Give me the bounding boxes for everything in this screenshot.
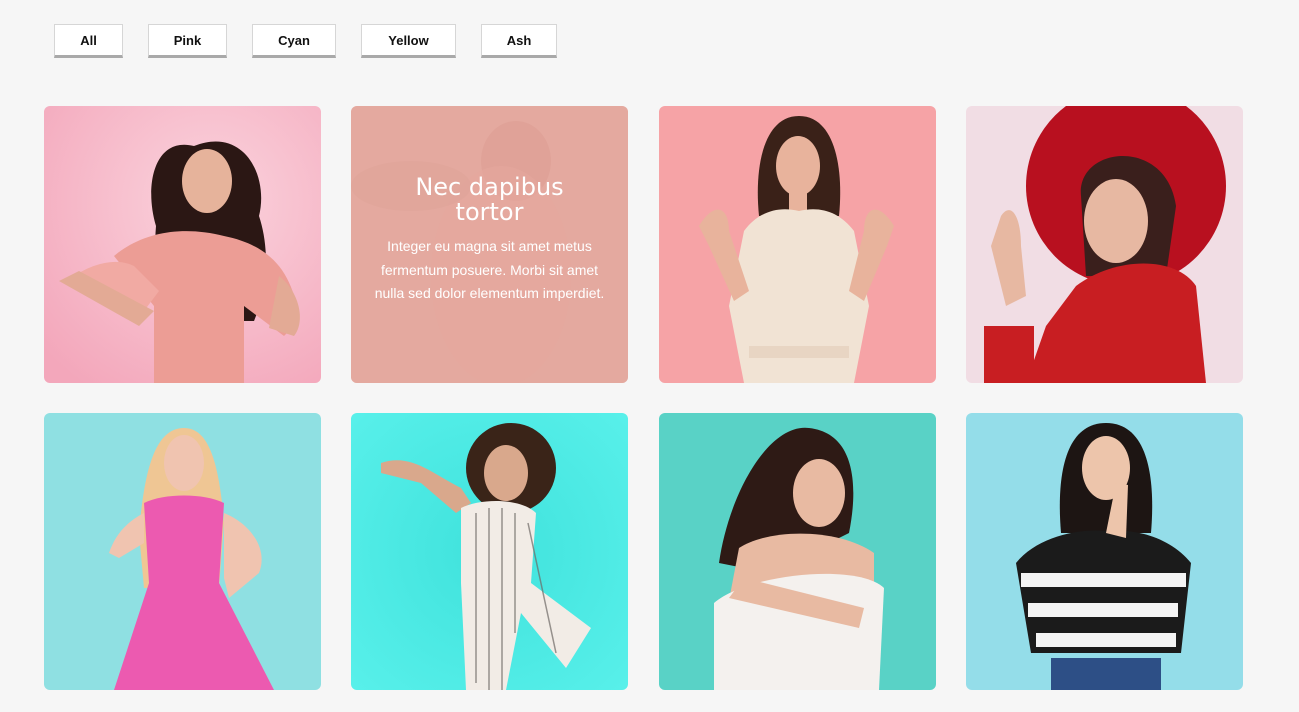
hover-overlay: Nec dapibus tortor Integer eu magna sit … <box>351 106 628 383</box>
gallery-item-hovered[interactable]: Nec dapibus tortor Integer eu magna sit … <box>351 106 628 383</box>
filter-yellow-button[interactable]: Yellow <box>361 24 456 58</box>
gallery-item[interactable] <box>659 413 936 690</box>
filter-pink-button[interactable]: Pink <box>148 24 227 58</box>
filter-cyan-button[interactable]: Cyan <box>252 24 336 58</box>
woman-off-shoulder-photo <box>659 413 936 690</box>
gallery-item[interactable] <box>44 413 321 690</box>
gallery-item[interactable] <box>44 106 321 383</box>
woman-curly-hair-photo <box>44 106 321 383</box>
filter-ash-button[interactable]: Ash <box>481 24 557 58</box>
woman-ok-gesture-photo <box>659 106 936 383</box>
gallery-item[interactable] <box>966 106 1243 383</box>
woman-red-hat-photo <box>966 106 1243 383</box>
filter-bar: All Pink Cyan Yellow Ash <box>0 0 1299 90</box>
blonde-pink-dress-photo <box>44 413 321 690</box>
filter-all-button[interactable]: All <box>54 24 123 58</box>
gallery-item[interactable] <box>966 413 1243 690</box>
overlay-title: Nec dapibus tortor <box>415 173 564 227</box>
gallery-item[interactable] <box>659 106 936 383</box>
curly-striped-jumpsuit-photo <box>351 413 628 690</box>
overlay-description: Integer eu magna sit amet metus fermentu… <box>374 238 605 302</box>
gallery-item[interactable] <box>351 413 628 690</box>
woman-shush-photo <box>966 413 1243 690</box>
